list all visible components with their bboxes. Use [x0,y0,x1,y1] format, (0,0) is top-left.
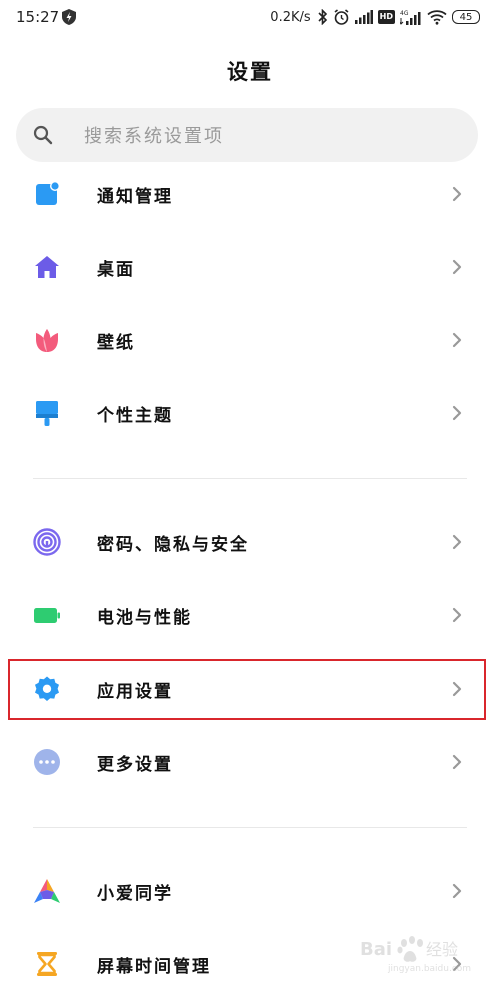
fingerprint-icon [33,528,61,556]
item-label: 个性主题 [97,406,173,426]
section-divider [33,827,467,828]
chevron-right-icon [452,332,462,348]
settings-item-more-settings[interactable]: 更多设置 [0,732,500,792]
item-label: 电池与性能 [97,608,192,628]
item-label: 小爱同学 [97,884,173,904]
signal-4g-icon: 4G [400,10,421,25]
item-label: 屏幕时间管理 [97,957,211,977]
page-title: 设置 [227,60,273,84]
chevron-right-icon [452,883,462,899]
svg-text:4G: 4G [400,10,409,17]
settings-item-themes[interactable]: 个性主题 [0,383,500,443]
hd-badge-icon: HD [377,10,395,24]
network-speed: 0.2K/s [270,9,311,25]
more-dots-icon [34,749,60,775]
home-icon [35,256,59,278]
bluetooth-icon [318,9,327,25]
battery-level: 45 [459,11,473,23]
item-label: 更多设置 [97,755,173,775]
wifi-icon [427,10,447,25]
status-bar: 15:27 0.2K/s HD 4G 45 [0,0,500,36]
status-icons: 0.2K/s HD 4G 45 [270,7,480,27]
search-icon [33,125,53,145]
xiaoai-icon [34,879,60,903]
settings-item-desktop[interactable]: 桌面 [0,237,500,297]
chevron-right-icon [452,259,462,275]
settings-item-xiaoai[interactable]: 小爱同学 [0,861,500,921]
svg-text:jingyan.baidu.com: jingyan.baidu.com [387,964,471,974]
chevron-right-icon [452,405,462,421]
notification-icon [36,181,60,205]
status-time: 15:27 [16,8,60,26]
signal-icon [354,10,373,24]
settings-item-password-privacy-security[interactable]: 密码、隐私与安全 [0,512,500,572]
settings-item-battery-performance[interactable]: 电池与性能 [0,585,500,645]
highlight-annotation [8,659,486,720]
settings-item-wallpaper[interactable]: 壁纸 [0,310,500,370]
item-label: 密码、隐私与安全 [97,535,249,555]
item-label: 桌面 [97,260,135,280]
battery-icon [34,608,60,623]
chevron-right-icon [452,754,462,770]
chevron-right-icon [452,186,462,202]
chevron-right-icon [452,607,462,623]
hourglass-icon [37,952,57,976]
svg-text:经验: 经验 [426,940,458,959]
tulip-icon [36,329,58,352]
settings-item-notifications[interactable]: 通知管理 [0,164,500,224]
battery-indicator: 45 [452,10,480,24]
chevron-right-icon [452,534,462,550]
paint-brush-icon [36,401,58,426]
item-label: 通知管理 [97,187,173,207]
search-placeholder: 搜索系统设置项 [84,126,224,147]
item-label: 壁纸 [97,333,135,353]
section-divider [33,478,467,479]
baidu-watermark-logo: Bai 经验 jingyan.baidu.com [360,936,471,974]
shield-icon [62,9,76,25]
svg-text:Bai: Bai [360,939,392,960]
search-input[interactable]: 搜索系统设置项 [16,108,478,162]
alarm-icon [334,9,349,25]
